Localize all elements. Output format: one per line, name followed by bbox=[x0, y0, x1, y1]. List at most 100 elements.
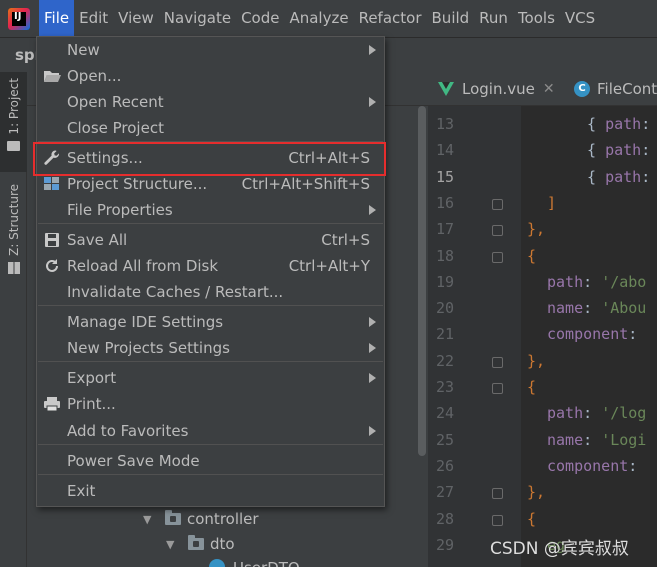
code-line: component: bbox=[547, 325, 637, 343]
menu-analyze[interactable]: Analyze bbox=[284, 0, 353, 37]
line-number: 16 bbox=[435, 193, 454, 212]
menu-item-export[interactable]: Export bbox=[37, 365, 384, 391]
menu-item-new-projects-settings[interactable]: New Projects Settings bbox=[37, 335, 384, 361]
fold-marker-icon[interactable] bbox=[492, 198, 503, 210]
menu-item-label: Project Structure... bbox=[67, 175, 208, 193]
fold-marker-icon[interactable] bbox=[492, 356, 503, 368]
class-icon: C bbox=[574, 81, 590, 97]
menu-separator bbox=[38, 474, 383, 475]
menu-item-save-all[interactable]: Save All Ctrl+S bbox=[37, 227, 384, 253]
menu-item-invalidate-caches-restart[interactable]: Invalidate Caches / Restart... bbox=[37, 279, 384, 305]
vue-icon bbox=[438, 82, 454, 96]
shortcut-label: Ctrl+Alt+Shift+S bbox=[241, 175, 370, 193]
menu-vcs[interactable]: VCS bbox=[560, 0, 600, 37]
folder-icon bbox=[7, 140, 20, 151]
menu-navigate[interactable]: Navigate bbox=[159, 0, 236, 37]
tab-login-vue[interactable]: Login.vue ✕ bbox=[438, 72, 555, 106]
menu-item-label: Power Save Mode bbox=[67, 452, 200, 470]
line-number: 19 bbox=[435, 272, 454, 291]
code-token: '/log bbox=[601, 404, 647, 423]
code-line: }, bbox=[527, 352, 545, 370]
menu-item-new[interactable]: New bbox=[37, 37, 384, 63]
menu-item-exit[interactable]: Exit bbox=[37, 478, 384, 504]
tool-tab-structure[interactable]: Z: Structure bbox=[0, 184, 27, 284]
scrollbar-thumb[interactable] bbox=[418, 106, 426, 456]
fold-marker-icon[interactable] bbox=[492, 514, 503, 526]
line-number: 17 bbox=[435, 220, 454, 239]
fold-marker-icon[interactable] bbox=[492, 225, 503, 237]
folder-open-icon bbox=[42, 66, 62, 86]
menu-refactor[interactable]: Refactor bbox=[354, 0, 427, 37]
fold-marker-icon[interactable] bbox=[492, 251, 503, 263]
shortcut-label: Ctrl+Alt+S bbox=[288, 149, 370, 167]
code-token: 'Abou bbox=[601, 299, 647, 318]
expand-arrow-icon[interactable]: ▼ bbox=[143, 513, 155, 526]
menu-item-reload-all-from-disk[interactable]: Reload All from Disk Ctrl+Alt+Y bbox=[37, 253, 384, 279]
menu-item-label: New Projects Settings bbox=[67, 339, 230, 357]
menu-item-manage-ide-settings[interactable]: Manage IDE Settings bbox=[37, 309, 384, 335]
menu-view[interactable]: View bbox=[113, 0, 159, 37]
code-token: path bbox=[605, 115, 642, 133]
menu-edit[interactable]: Edit bbox=[74, 0, 113, 37]
file-menu-dropdown: New Open... Open Recent Close Project Settin… bbox=[33, 36, 386, 507]
editor-tabs: Login.vue ✕ C FileCont bbox=[428, 72, 657, 106]
menu-item-print[interactable]: Print... bbox=[37, 391, 384, 417]
line-number: 28 bbox=[435, 509, 454, 528]
line-number: 15 bbox=[435, 167, 454, 186]
code-token: }, bbox=[527, 351, 546, 370]
menu-item-add-to-favorites[interactable]: Add to Favorites bbox=[37, 418, 384, 444]
tree-item-userdto[interactable]: UserDTO bbox=[209, 559, 300, 567]
package-folder-icon bbox=[188, 535, 204, 550]
menu-item-settings[interactable]: Settings... Ctrl+Alt+S bbox=[37, 145, 384, 171]
menu-run[interactable]: Run bbox=[474, 0, 513, 37]
tool-tab-project[interactable]: 1: Project bbox=[0, 72, 27, 172]
submenu-arrow-icon bbox=[369, 205, 376, 215]
tool-tab-structure-label: Z: Structure bbox=[6, 184, 21, 256]
menu-item-close-project[interactable]: Close Project bbox=[37, 115, 384, 141]
menu-item-open-recent[interactable]: Open Recent bbox=[37, 89, 384, 115]
code-line: name: 'Logi bbox=[547, 431, 646, 449]
project-scrollbar[interactable] bbox=[416, 106, 428, 567]
wrench-icon bbox=[42, 148, 62, 168]
menu-item-label: Export bbox=[67, 369, 117, 387]
code-line: ] bbox=[547, 194, 556, 212]
menu-code[interactable]: Code bbox=[236, 0, 284, 37]
menu-build[interactable]: Build bbox=[427, 0, 475, 37]
menu-file[interactable]: File bbox=[39, 0, 75, 37]
intellij-logo-icon: IJ bbox=[8, 7, 30, 30]
menu-item-power-save-mode[interactable]: Power Save Mode bbox=[37, 448, 384, 474]
code-token: name bbox=[547, 299, 584, 318]
print-icon bbox=[42, 394, 62, 414]
menu-item-open[interactable]: Open... bbox=[37, 63, 384, 89]
tool-tab-project-label: 1: Project bbox=[6, 78, 21, 135]
tab-filecontroller[interactable]: C FileCont bbox=[574, 72, 657, 106]
menu-item-label: Manage IDE Settings bbox=[67, 313, 224, 331]
menu-separator bbox=[38, 444, 383, 445]
line-number: 14 bbox=[435, 141, 454, 160]
code-token: }, bbox=[527, 483, 546, 502]
fold-marker-icon[interactable] bbox=[492, 383, 503, 394]
tree-item-label: controller bbox=[187, 510, 259, 528]
menu-bar: IJ File Edit View Navigate Code Analyze … bbox=[0, 0, 657, 37]
tree-item-dto[interactable]: ▼ dto bbox=[166, 535, 235, 553]
code-token: : ' bbox=[641, 141, 651, 160]
expand-arrow-icon[interactable]: ▼ bbox=[166, 538, 178, 551]
menu-item-project-structure[interactable]: Project Structure... Ctrl+Alt+Shift+S bbox=[37, 171, 384, 197]
close-icon[interactable]: ✕ bbox=[543, 81, 555, 97]
submenu-arrow-icon bbox=[369, 97, 376, 107]
menu-item-file-properties[interactable]: File Properties bbox=[37, 197, 384, 223]
code-token: { bbox=[587, 141, 606, 160]
code-token: : bbox=[583, 272, 602, 291]
tree-item-label: dto bbox=[210, 535, 235, 553]
package-folder-icon bbox=[165, 510, 181, 525]
menu-item-label: Reload All from Disk bbox=[67, 257, 219, 275]
line-number: 23 bbox=[435, 378, 454, 396]
line-number: 20 bbox=[435, 299, 454, 318]
fold-marker-icon[interactable] bbox=[492, 488, 503, 500]
code-editor[interactable]: { path: '{ path: '{ path: ']},{path: '/a… bbox=[521, 106, 657, 567]
code-token: ] bbox=[547, 193, 557, 212]
menu-item-label: Settings... bbox=[67, 149, 143, 167]
menu-item-label: File Properties bbox=[67, 201, 173, 219]
menu-tools[interactable]: Tools bbox=[513, 0, 560, 37]
tree-item-controller[interactable]: ▼ controller bbox=[143, 510, 259, 528]
